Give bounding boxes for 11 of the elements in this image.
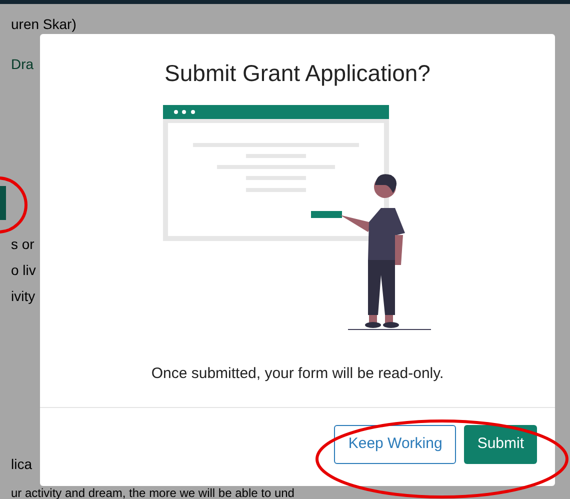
dialog-message: Once submitted, your form will be read-only. (150, 364, 445, 384)
page-text: s or (11, 236, 34, 252)
page-text: lica (11, 456, 32, 472)
draft-link[interactable]: Dra (11, 56, 34, 72)
page-text: o liv (11, 262, 36, 278)
keep-working-button[interactable]: Keep Working (334, 425, 456, 464)
dialog-title: Submit Grant Application? (164, 59, 432, 88)
submit-button[interactable]: Submit (464, 425, 537, 464)
page-text: uren Skar) (11, 16, 76, 32)
page-text: ivity (11, 288, 36, 304)
button-edge[interactable] (0, 186, 6, 220)
